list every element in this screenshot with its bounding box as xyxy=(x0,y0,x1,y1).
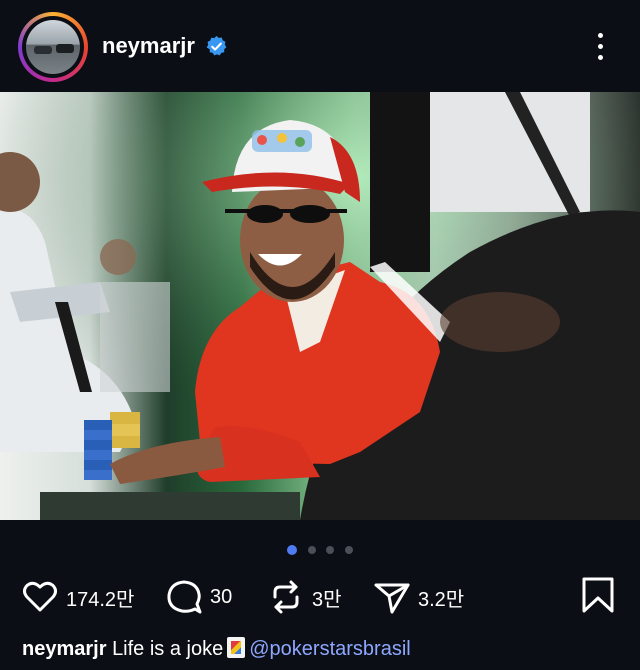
caption-mention[interactable]: @pokerstarsbrasil xyxy=(249,638,410,660)
caption-username[interactable]: neymarjr xyxy=(22,638,107,660)
post-photo-illustration xyxy=(0,92,640,520)
more-options-icon[interactable] xyxy=(592,30,608,64)
share-button[interactable]: 3.2만 xyxy=(372,575,464,619)
post-header: neymarjr xyxy=(0,0,640,92)
like-count: 174.2만 xyxy=(66,588,135,611)
bookmark-icon[interactable] xyxy=(578,575,618,615)
repost-button[interactable]: 3만 xyxy=(266,575,342,619)
verified-badge-icon xyxy=(206,35,227,56)
comment-count: 30 xyxy=(210,585,233,608)
avatar-car xyxy=(56,44,74,53)
comment-bubble-icon xyxy=(167,580,202,614)
playing-card-emoji-icon xyxy=(227,637,246,658)
post-username[interactable]: neymarjr xyxy=(102,33,195,59)
carousel-dot[interactable] xyxy=(344,545,353,554)
avatar[interactable] xyxy=(18,12,88,82)
heart-icon xyxy=(23,581,57,612)
avatar-ring-gap xyxy=(22,16,84,78)
carousel-dot[interactable] xyxy=(287,544,298,555)
caption-text: Life is a joke xyxy=(112,638,224,660)
repost-icon xyxy=(273,580,299,614)
post-caption: neymarjr Life is a joke @pokerstarsbrasil xyxy=(22,637,411,661)
paper-plane-icon xyxy=(374,583,410,614)
post-image[interactable] xyxy=(0,92,640,520)
share-count: 3.2만 xyxy=(418,588,465,611)
post-actions-bar: 174.2만 30 3만 3.2만 xyxy=(0,575,640,619)
carousel-dot[interactable] xyxy=(326,545,335,554)
avatar-image xyxy=(26,20,80,74)
repost-count: 3만 xyxy=(312,588,342,611)
avatar-car xyxy=(34,46,52,54)
carousel-indicator xyxy=(0,541,640,555)
like-button[interactable]: 174.2만 xyxy=(20,575,134,619)
comment-button[interactable]: 30 xyxy=(164,575,232,619)
carousel-dot[interactable] xyxy=(307,545,316,554)
